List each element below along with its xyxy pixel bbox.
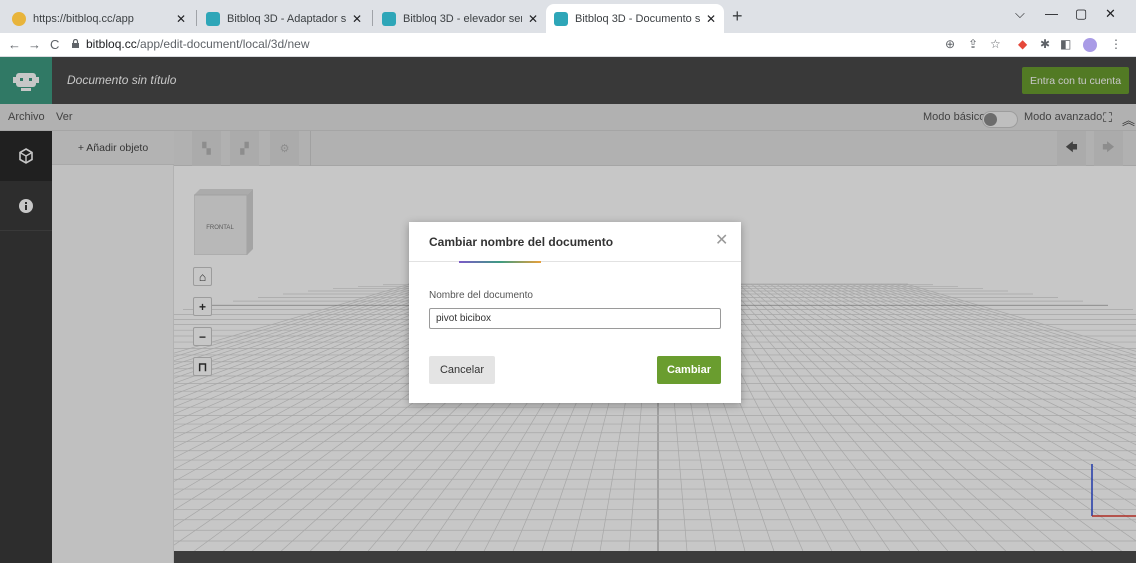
- bitbloq-icon: [206, 11, 220, 26]
- tab-close-icon[interactable]: ✕: [528, 12, 538, 26]
- confirm-button[interactable]: Cambiar: [657, 356, 721, 384]
- menu-dots-icon[interactable]: ⋮: [1110, 37, 1122, 51]
- document-name-input[interactable]: [429, 308, 721, 329]
- forward-icon[interactable]: →: [28, 37, 41, 52]
- profile-avatar[interactable]: [1083, 38, 1097, 52]
- reload-icon[interactable]: C: [50, 37, 59, 52]
- tab-close-icon[interactable]: ✕: [706, 12, 716, 26]
- address-bar: ← → C bitbloq.cc/app/edit-document/local…: [0, 33, 1136, 57]
- star-icon[interactable]: ☆: [990, 37, 1001, 51]
- dialog-accent-line: [459, 261, 541, 263]
- cancel-button[interactable]: Cancelar: [429, 356, 495, 384]
- sidepanel-icon[interactable]: ◧: [1060, 37, 1071, 51]
- url-field[interactable]: bitbloq.cc/app/edit-document/local/3d/ne…: [86, 37, 309, 51]
- browser-tab-4[interactable]: Bitbloq 3D - Documento sin títul ✕: [546, 4, 724, 33]
- puzzle-icon[interactable]: ✱: [1040, 37, 1050, 51]
- tab-title: https://bitbloq.cc/app: [33, 12, 134, 25]
- close-icon[interactable]: ✕: [715, 233, 728, 249]
- tab-title: Bitbloq 3D - Documento sin títul: [575, 12, 700, 25]
- new-tab-icon[interactable]: +: [732, 6, 743, 27]
- browser-tab-bar: https://bitbloq.cc/app ✕ Bitbloq 3D - Ad…: [0, 0, 1136, 33]
- tab-separator: [372, 10, 373, 26]
- dialog-header: Cambiar nombre del documento ✕: [409, 222, 741, 263]
- extension-icon[interactable]: ◆: [1018, 37, 1027, 51]
- back-icon[interactable]: ←: [8, 37, 21, 52]
- tab-title: Bitbloq 3D - Adaptador servo bic: [227, 12, 346, 25]
- dialog-title: Cambiar nombre del documento: [429, 235, 614, 249]
- close-window-icon[interactable]: ✕: [1105, 6, 1116, 22]
- zoom-icon[interactable]: ⊕: [945, 37, 955, 51]
- chevron-down-icon[interactable]: ⌵: [1015, 6, 1025, 22]
- bitbloq-icon: [554, 11, 568, 26]
- rename-dialog: Cambiar nombre del documento ✕ Nombre de…: [409, 222, 741, 403]
- browser-tab-2[interactable]: Bitbloq 3D - Adaptador servo bic ✕: [198, 4, 370, 33]
- url-path: /app/edit-document/local/3d/new: [136, 37, 310, 51]
- tab-close-icon[interactable]: ✕: [176, 12, 186, 26]
- share-icon[interactable]: ⇪: [968, 37, 978, 51]
- bitbloq-icon: [382, 11, 396, 26]
- name-field-label: Nombre del documento: [429, 290, 533, 301]
- browser-tab-1[interactable]: https://bitbloq.cc/app ✕: [4, 4, 194, 33]
- lock-icon: [72, 39, 79, 48]
- tab-title: Bitbloq 3D - elevador servo bicib: [403, 12, 522, 25]
- url-host: bitbloq.cc: [86, 37, 137, 51]
- browser-tab-3[interactable]: Bitbloq 3D - elevador servo bicib ✕: [374, 4, 546, 33]
- tab-separator: [196, 10, 197, 26]
- restore-icon[interactable]: ▢: [1075, 6, 1087, 22]
- globe-icon: [12, 11, 26, 26]
- tab-close-icon[interactable]: ✕: [352, 12, 362, 26]
- minimize-icon[interactable]: —: [1045, 6, 1058, 21]
